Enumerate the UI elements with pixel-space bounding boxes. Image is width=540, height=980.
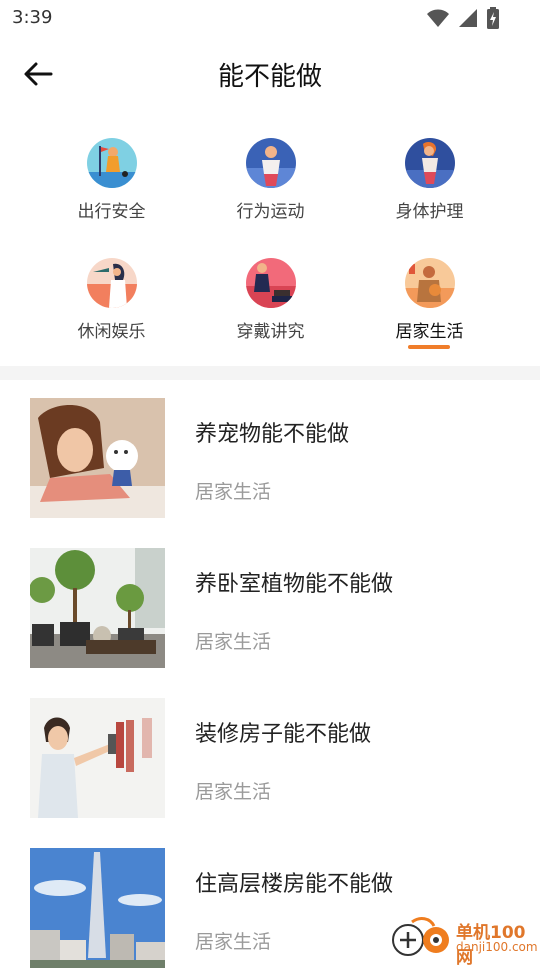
item-title: 装修房子能不能做 bbox=[195, 722, 372, 747]
article-list: 养宠物能不能做 居家生活 养卧室植物能不能做 居家生活 装修房子能不能做 居家生… bbox=[0, 380, 540, 980]
list-item[interactable]: 养卧室植物能不能做 居家生活 bbox=[0, 530, 540, 680]
signal-icon bbox=[459, 9, 477, 27]
wifi-icon bbox=[427, 9, 449, 27]
renovation-thumbnail bbox=[30, 698, 165, 818]
section-divider bbox=[0, 366, 540, 380]
category-home-life[interactable]: 居家生活 bbox=[350, 250, 509, 356]
category-leisure[interactable]: 休闲娱乐 bbox=[32, 250, 191, 356]
watermark-logo-icon bbox=[392, 917, 449, 956]
highrise-thumbnail bbox=[30, 848, 165, 968]
active-tab-indicator bbox=[408, 345, 450, 349]
status-bar: 3:39 bbox=[0, 0, 540, 36]
app-header: 能不能做 bbox=[0, 36, 540, 112]
category-exercise[interactable]: 行为运动 bbox=[191, 130, 350, 236]
category-label: 身体护理 bbox=[395, 202, 464, 222]
page-title: 能不能做 bbox=[217, 62, 322, 92]
pet-thumbnail bbox=[30, 398, 165, 518]
category-travel-safety[interactable]: 出行安全 bbox=[32, 130, 191, 236]
list-item[interactable]: 装修房子能不能做 居家生活 bbox=[0, 680, 540, 830]
status-time: 3:39 bbox=[12, 7, 53, 28]
category-grid: 出行安全 行为运动 身体护理 休闲娱乐 穿戴讲究 居家生活 bbox=[32, 130, 508, 356]
watermark-domain: danji100.com bbox=[456, 940, 538, 954]
site-watermark: 单机100网 danji100.com bbox=[390, 916, 540, 968]
item-title: 养宠物能不能做 bbox=[195, 422, 350, 447]
category-label: 休闲娱乐 bbox=[77, 322, 146, 342]
item-category: 居家生活 bbox=[195, 781, 272, 803]
category-label: 穿戴讲究 bbox=[236, 322, 305, 342]
category-label: 居家生活 bbox=[395, 322, 464, 342]
status-icons bbox=[426, 7, 500, 29]
battery-icon bbox=[487, 7, 499, 29]
body-care-icon bbox=[405, 138, 455, 188]
category-label: 出行安全 bbox=[77, 202, 146, 222]
travel-safety-icon bbox=[87, 138, 137, 188]
attire-icon bbox=[246, 258, 296, 308]
item-category: 居家生活 bbox=[195, 631, 272, 653]
item-category: 居家生活 bbox=[195, 931, 272, 953]
home-life-icon bbox=[405, 258, 455, 308]
exercise-icon bbox=[246, 138, 296, 188]
item-title: 养卧室植物能不能做 bbox=[195, 572, 394, 597]
category-label: 行为运动 bbox=[236, 202, 305, 222]
leisure-icon bbox=[87, 258, 137, 308]
item-title: 住高层楼房能不能做 bbox=[195, 872, 394, 897]
item-category: 居家生活 bbox=[195, 481, 272, 503]
plant-thumbnail bbox=[30, 548, 165, 668]
category-body-care[interactable]: 身体护理 bbox=[350, 130, 509, 236]
list-item[interactable]: 养宠物能不能做 居家生活 bbox=[0, 380, 540, 530]
category-attire[interactable]: 穿戴讲究 bbox=[191, 250, 350, 356]
